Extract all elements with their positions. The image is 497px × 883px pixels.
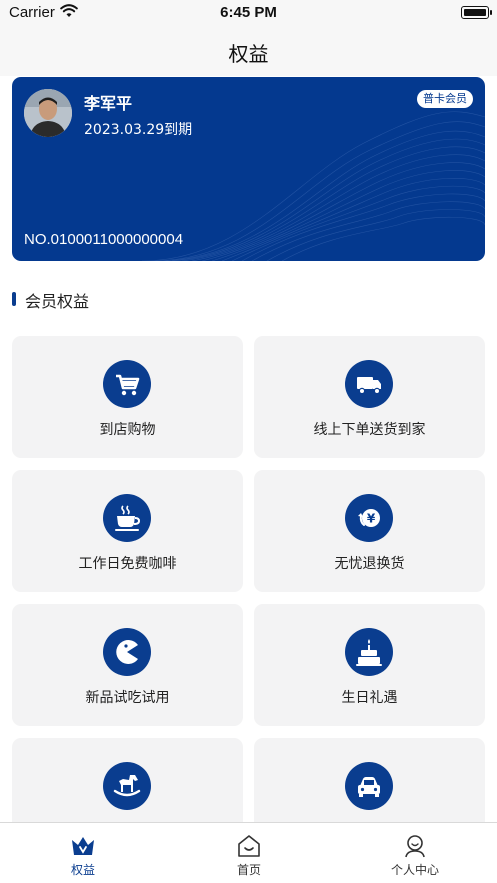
membership-expiry: 2023.03.29到期: [84, 122, 193, 138]
yen-exchange-icon: ¥: [345, 494, 393, 542]
tab-bar: 权益 首页 个人中心: [0, 822, 497, 883]
home-icon: [236, 833, 262, 859]
birthday-cake-icon: [345, 628, 393, 676]
tab-profile[interactable]: 个人中心: [332, 823, 497, 883]
tab-label: 个人中心: [390, 863, 439, 877]
member-level-badge: 普卡会员: [417, 90, 473, 108]
pacman-icon: [103, 628, 151, 676]
benefit-tile-parking[interactable]: [254, 738, 485, 822]
benefit-tile-hassle-free-returns[interactable]: ¥ 无忧退换货: [254, 470, 485, 592]
benefits-grid: 到店购物 线上下单送货到家 工作日免费咖啡 ¥ 无忧退换货 新品试吃试用 生日礼…: [0, 336, 497, 822]
benefit-tile-home-delivery[interactable]: 线上下单送货到家: [254, 336, 485, 458]
benefit-label: 线上下单送货到家: [313, 422, 426, 438]
section-accent-bar: [12, 292, 16, 306]
coffee-cup-icon: [103, 494, 151, 542]
svg-text:¥: ¥: [367, 512, 376, 526]
status-bar: Carrier 6:45 PM: [0, 0, 497, 26]
crown-icon: [70, 833, 96, 859]
benefit-label: 工作日免费咖啡: [78, 556, 177, 572]
benefit-tile-in-store-shopping[interactable]: 到店购物: [12, 336, 243, 458]
benefit-label: 到店购物: [99, 422, 156, 438]
benefit-tile-product-trial[interactable]: 新品试吃试用: [12, 604, 243, 726]
benefit-tile-kids[interactable]: [12, 738, 243, 822]
navigation-bar: 权益: [0, 26, 497, 76]
battery-icon: [461, 6, 492, 19]
tab-label: 首页: [236, 863, 261, 877]
benefit-label: 生日礼遇: [341, 690, 398, 706]
avatar[interactable]: [24, 89, 72, 137]
member-card[interactable]: 李军平 2023.03.29到期 普卡会员 NO.010001100000000…: [12, 77, 485, 261]
benefit-tile-birthday-gift[interactable]: 生日礼遇: [254, 604, 485, 726]
benefit-label: 无忧退换货: [334, 556, 405, 572]
rocking-horse-icon: [103, 762, 151, 810]
card-number: NO.0100011000000004: [24, 231, 184, 248]
status-time: 6:45 PM: [220, 4, 277, 21]
benefit-tile-free-coffee[interactable]: 工作日免费咖啡: [12, 470, 243, 592]
tab-benefits[interactable]: 权益: [0, 823, 166, 883]
tab-label: 权益: [70, 863, 95, 877]
car-icon: [345, 762, 393, 810]
section-title: 会员权益: [25, 292, 90, 311]
page-title: 权益: [228, 42, 269, 66]
shopping-cart-icon: [103, 360, 151, 408]
user-icon: [402, 833, 428, 859]
tab-home[interactable]: 首页: [166, 823, 332, 883]
benefit-label: 新品试吃试用: [85, 690, 170, 706]
delivery-truck-icon: [345, 360, 393, 408]
member-name: 李军平: [84, 94, 133, 113]
